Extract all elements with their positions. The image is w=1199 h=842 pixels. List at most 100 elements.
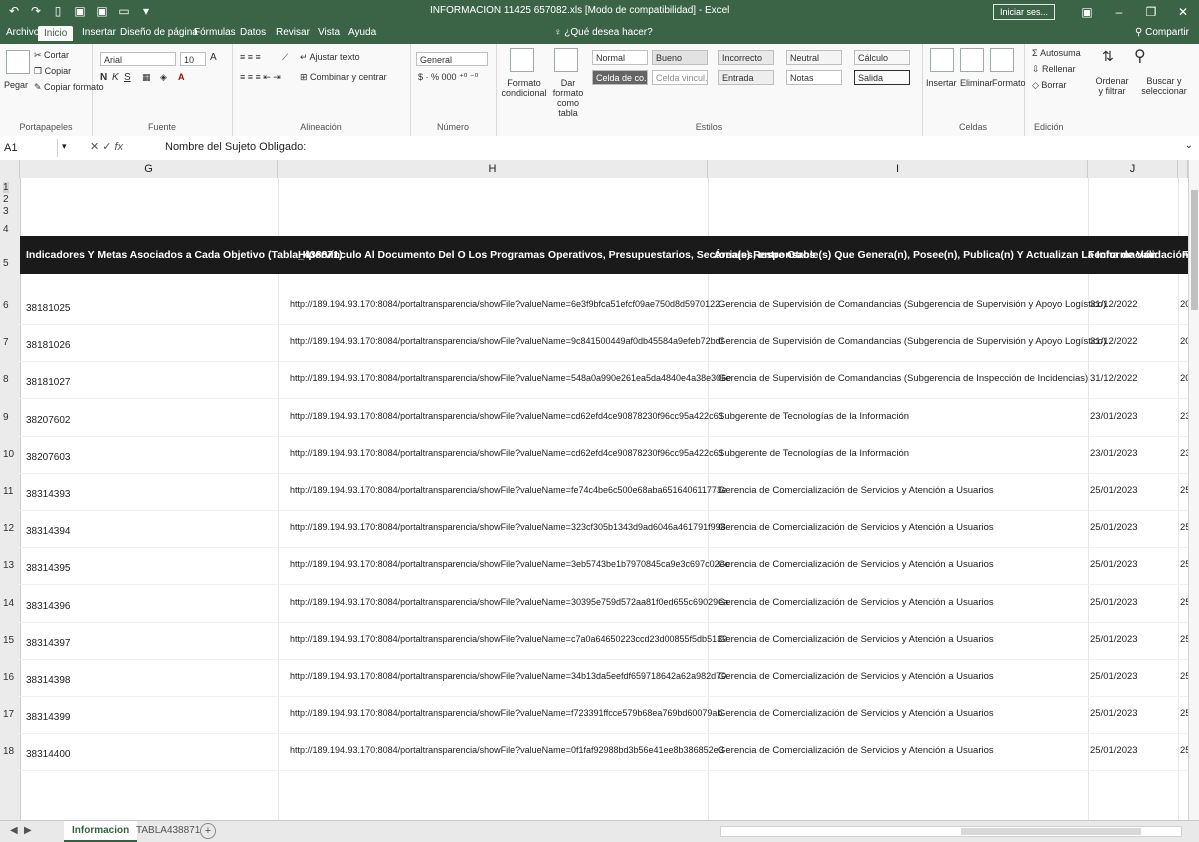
scroll-thumb[interactable] [1191,190,1198,310]
cell-id[interactable]: 38314399 [26,712,71,723]
font-color-icon[interactable]: A [178,72,185,82]
row-number[interactable]: 3 [3,206,9,217]
cell-hyperlink[interactable]: http://189.194.93.170:8084/portaltranspa… [290,708,722,718]
row-number[interactable]: 16 [3,672,14,683]
row-number[interactable]: 13 [3,560,14,571]
save-icon[interactable]: ▣ [72,3,88,19]
cell-area[interactable]: Gerencia de Supervisión de Comandancias … [718,373,1088,384]
row-number[interactable]: 18 [3,746,14,757]
row-number[interactable]: 2 [3,194,9,205]
cell-hyperlink[interactable]: http://189.194.93.170:8084/portaltranspa… [290,373,731,383]
row-number[interactable]: 12 [3,523,14,534]
italic-icon[interactable]: K [112,72,119,83]
cell-fecha[interactable]: 25/01/2023 [1090,485,1138,496]
tab-inicio[interactable]: Inicio [38,26,74,41]
cell-next[interactable]: 25 [1180,522,1188,533]
cell-id[interactable]: 38207602 [26,415,71,426]
cell-hyperlink[interactable]: http://189.194.93.170:8084/portaltranspa… [290,597,728,607]
font-name-select[interactable]: Arial [100,52,176,66]
underline-icon[interactable]: S [124,72,131,83]
align-left-icon[interactable]: ≡ ≡ ≡ ⇤ ⇥ [240,72,281,83]
cut-button[interactable]: ✂ Cortar [34,50,69,61]
cell-id[interactable]: 38314394 [26,526,71,537]
cell-hyperlink[interactable]: http://189.194.93.170:8084/portaltranspa… [290,745,724,755]
sort-filter-icon[interactable]: ⇅ [1102,48,1114,65]
new-file-icon[interactable]: ▯ [50,3,66,19]
paste-icon[interactable] [6,50,30,74]
cell-next[interactable]: 20 [1180,373,1188,384]
tab-ayuda[interactable]: Ayuda [348,27,376,38]
prev-sheet-icon[interactable]: ◀ [10,825,18,836]
style-bueno[interactable]: Bueno [652,50,708,65]
cell-next[interactable]: 25 [1180,485,1188,496]
customize-qat-icon[interactable]: ▾ [138,3,154,19]
cell-fecha[interactable]: 25/01/2023 [1090,745,1138,756]
tab-insertar[interactable]: Insertar [82,27,116,38]
column-header-h[interactable]: H [278,160,708,178]
cell-hyperlink[interactable]: http://189.194.93.170:8084/portaltranspa… [290,411,724,421]
style-salida[interactable]: Salida [854,70,910,85]
add-sheet-button[interactable]: + [200,823,216,839]
cell-hyperlink[interactable]: http://189.194.93.170:8084/portaltranspa… [290,522,726,532]
cell-area[interactable]: Gerencia de Comercialización de Servicio… [718,671,994,682]
redo-icon[interactable]: ↷ [28,3,44,19]
cell-fecha[interactable]: 25/01/2023 [1090,671,1138,682]
minimize-icon[interactable]: – [1103,5,1135,19]
fill-color-icon[interactable]: ◈ [160,72,167,83]
cell-next[interactable]: 20 [1180,336,1188,347]
spreadsheet-grid[interactable]: 1 2 3 4 5 6 7 8 9 10 11 12 13 14 15 16 17 18 Indicad… [0,178,1188,820]
cell-fecha[interactable]: 25/01/2023 [1090,597,1138,608]
row-number[interactable]: 9 [3,412,9,423]
cell-id[interactable]: 38181027 [26,377,71,388]
cell-area[interactable]: Gerencia de Comercialización de Servicio… [718,745,994,756]
row-number[interactable]: 4 [3,224,9,235]
name-box[interactable]: A1 [0,139,58,157]
cell-area[interactable]: Gerencia de Comercialización de Servicio… [718,559,994,570]
cell-id[interactable]: 38314400 [26,749,71,760]
horizontal-scrollbar[interactable] [720,826,1182,837]
cell-fecha[interactable]: 23/01/2023 [1090,411,1138,422]
tab-revisar[interactable]: Revisar [276,27,310,38]
row-number[interactable]: 11 [3,486,13,497]
hscroll-thumb[interactable] [961,828,1141,835]
cell-next[interactable]: 25 [1180,597,1188,608]
sign-in-button[interactable]: Iniciar ses... [992,4,1055,20]
cell-hyperlink[interactable]: http://189.194.93.170:8084/portaltranspa… [290,671,726,681]
find-select-button[interactable]: Buscar y seleccionar [1134,76,1194,96]
cell-id[interactable]: 38314393 [26,489,71,500]
number-format-select[interactable]: General [416,52,488,66]
column-header-j[interactable]: J [1088,160,1178,178]
copy-button[interactable]: ❐ Copiar [34,66,71,77]
style-incorrecto[interactable]: Incorrecto [718,50,774,65]
cell-hyperlink[interactable]: http://189.194.93.170:8084/portaltranspa… [290,299,720,309]
tab-vista[interactable]: Vista [318,27,340,38]
cell-hyperlink[interactable]: http://189.194.93.170:8084/portaltranspa… [290,448,724,458]
font-size-select[interactable]: 10 [180,52,206,66]
cell-fecha[interactable]: 25/01/2023 [1090,708,1138,719]
row-number[interactable]: 5 [3,258,9,269]
share-button[interactable]: ⚲ Compartir [1135,27,1189,38]
cell-id[interactable]: 38181026 [26,340,71,351]
cell-id[interactable]: 38181025 [26,303,71,314]
cell-id[interactable]: 38314397 [26,638,71,649]
print-icon[interactable]: ▭ [116,3,132,19]
cell-id[interactable]: 38314396 [26,601,71,612]
column-header-i[interactable]: I [708,160,1088,178]
tab-diseno-pagina[interactable]: Diseño de página [120,27,198,38]
cell-hyperlink[interactable]: http://189.194.93.170:8084/portaltranspa… [290,336,723,346]
sort-filter-button[interactable]: Ordenar y filtrar [1092,76,1132,96]
row-number[interactable]: 17 [3,709,14,720]
cell-next[interactable]: 25 [1180,634,1188,645]
clear-button[interactable]: ◇ Borrar [1032,80,1066,91]
row-number[interactable]: 8 [3,374,9,385]
cell-fecha[interactable]: 25/01/2023 [1090,634,1138,645]
align-top-icon[interactable]: ≡ ≡ ≡ [240,52,261,62]
cell-area[interactable]: Subgerente de Tecnologías de la Informac… [718,448,909,459]
column-header-k[interactable] [1178,160,1188,178]
sheet-tab-informacion[interactable]: Informacion [64,821,138,842]
cell-fecha[interactable]: 25/01/2023 [1090,522,1138,533]
cell-next[interactable]: 23 [1180,448,1188,459]
autosum-button[interactable]: Σ Autosuma [1032,48,1081,58]
expand-formula-icon[interactable]: ⌄ [1185,140,1193,151]
style-neutral[interactable]: Neutral [786,50,842,65]
